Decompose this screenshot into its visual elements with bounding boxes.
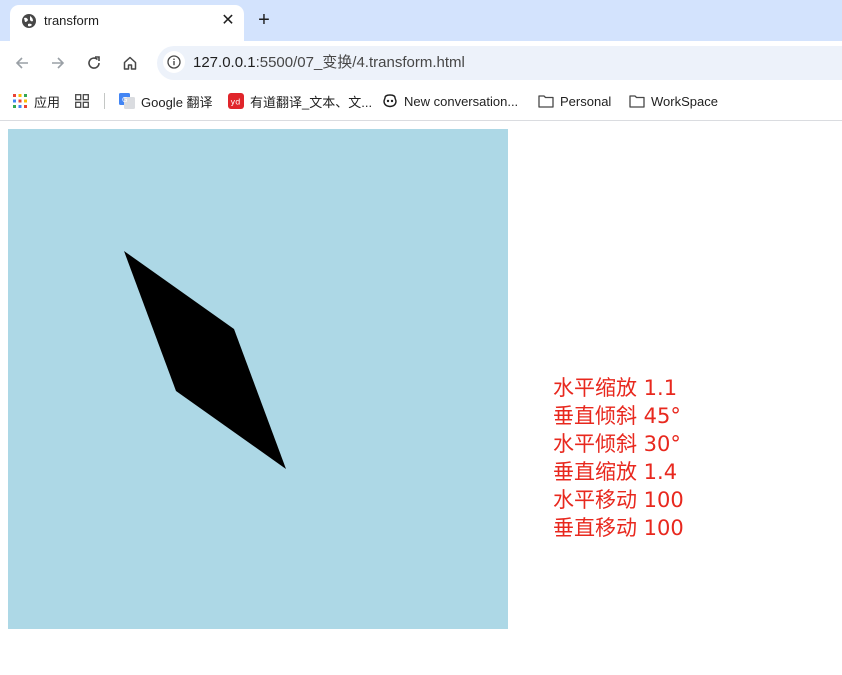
new-tab-button[interactable]: + [253,9,275,31]
back-button[interactable] [10,51,34,75]
site-info-icon[interactable] [163,51,185,73]
apps-grid-icon [12,93,28,109]
address-bar[interactable]: 127.0.0.1:5500/07_变换/4.transform.html [157,46,842,80]
browser-chrome: transform ✕ + 127.0.0.1:5500/07_变换/4.tra… [0,0,842,121]
google-translate-icon: G [119,93,135,109]
bookmark-folder-workspace[interactable]: WorkSpace [629,91,718,111]
toolbar: 127.0.0.1:5500/07_变换/4.transform.html [0,41,842,83]
label-translate-x: 水平移动 100 [553,488,684,512]
svg-text:yd: yd [231,98,241,107]
bookmark-label: Personal [560,93,612,109]
home-icon [123,56,137,70]
folder-icon [538,93,554,109]
bookmark-folder-personal[interactable]: Personal [538,91,611,111]
bookmark-apps[interactable]: 应用 [12,91,60,111]
tab-title: transform [44,13,99,28]
close-icon[interactable]: ✕ [218,11,238,31]
label-translate-y: 垂直移动 100 [553,516,684,540]
label-scale-x: 水平缩放 1.1 [553,376,678,400]
folder-icon [629,93,645,109]
bookmark-label: WorkSpace [651,93,718,109]
bookmark-label: 应用 [34,94,61,110]
forward-button[interactable] [46,51,70,75]
home-button[interactable] [118,51,142,75]
url-path: :5500/07_变换/4.transform.html [255,54,465,71]
tab-strip: transform ✕ + [0,0,842,41]
reload-icon [88,56,100,69]
label-skew-x: 水平倾斜 30° [553,432,681,456]
transformed-shape [124,251,286,469]
bookmarks-bar: 应用 G Google 翻译 yd 有道翻译_文本、文... New conve… [0,83,842,121]
bookmark-label: Google 翻译 [141,94,213,110]
bookmarks-divider [104,93,105,109]
tab-transform[interactable]: transform ✕ [10,5,244,41]
svg-text:G: G [122,96,127,104]
label-skew-y: 垂直倾斜 45° [553,404,681,428]
bookmark-label: New conversation... [404,93,519,109]
transformed-shape-canvas [124,251,286,469]
forward-arrow-icon [52,57,65,69]
bookmark-label: 有道翻译_文本、文... [250,94,373,110]
transform-stage [8,129,508,629]
label-scale-y: 垂直缩放 1.4 [553,460,678,484]
bookmark-google-translate[interactable]: G Google 翻译 [119,91,213,111]
page-viewport: 水平缩放 1.1 垂直倾斜 45° 水平倾斜 30° 垂直缩放 1.4 水平移动… [0,121,842,675]
transform-labels: 水平缩放 1.1 垂直倾斜 45° 水平倾斜 30° 垂直缩放 1.4 水平移动… [553,374,684,542]
reload-button[interactable] [82,51,106,75]
bookmark-tab-groups[interactable] [74,91,96,111]
youdao-icon: yd [228,93,244,109]
url-host: 127.0.0.1 [193,54,256,71]
copilot-icon [382,93,398,109]
url-text: 127.0.0.1:5500/07_变换/4.transform.html [193,54,465,72]
back-arrow-icon [15,57,28,69]
bookmark-new-conversation[interactable]: New conversation... [382,91,518,111]
tab-groups-icon [74,93,90,109]
bookmark-youdao[interactable]: yd 有道翻译_文本、文... [228,91,372,111]
globe-icon [21,13,37,29]
